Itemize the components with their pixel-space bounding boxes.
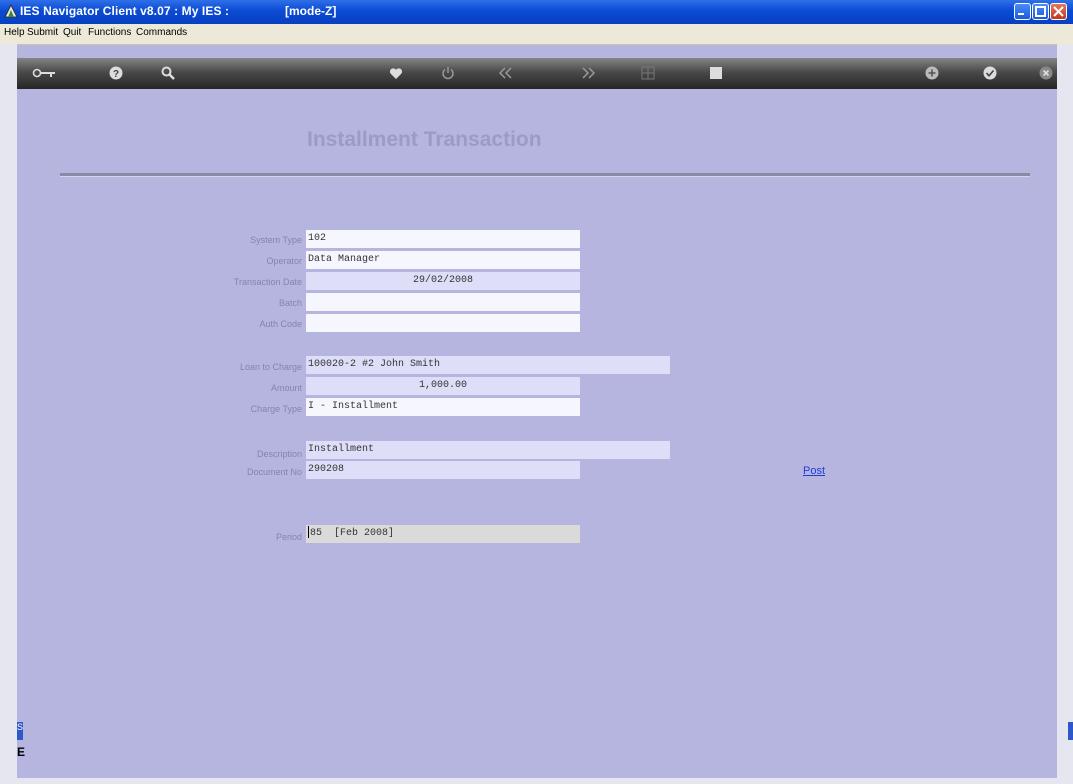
- menu-help[interactable]: Help: [4, 27, 25, 38]
- description-label: Description: [256, 449, 302, 459]
- side-label: E: [17, 745, 26, 759]
- document-no-field[interactable]: 290208: [306, 461, 580, 479]
- amount-field[interactable]: 1,000.00: [306, 377, 580, 395]
- text-cursor: [308, 526, 309, 539]
- svg-text:?: ?: [113, 69, 119, 80]
- auth-code-field[interactable]: [306, 314, 580, 332]
- title-divider: [60, 173, 1030, 177]
- search-icon[interactable]: [157, 62, 179, 84]
- close-button[interactable]: [1050, 3, 1067, 20]
- right-tab[interactable]: [1068, 722, 1073, 740]
- app-window: IES Navigator Client v8.07 : My IES : [m…: [0, 0, 1073, 784]
- bottom-frame: [0, 778, 1073, 784]
- loan-to-charge-label: Loan to Charge: [239, 362, 302, 372]
- add-icon[interactable]: [921, 62, 943, 84]
- previous-icon[interactable]: [495, 62, 517, 84]
- system-type-label: System Type: [250, 235, 302, 245]
- stop-icon[interactable]: [705, 62, 727, 84]
- period-field[interactable]: 85 [Feb 2008]: [306, 525, 580, 543]
- loan-to-charge-field[interactable]: 100020-2 #2 John Smith: [306, 356, 670, 374]
- page-title: Installment Transaction: [307, 128, 542, 151]
- grid-icon[interactable]: [637, 62, 659, 84]
- toolbar: ?: [17, 58, 1057, 89]
- period-label: Period: [275, 532, 302, 542]
- system-type-field[interactable]: 102: [306, 230, 580, 248]
- minimize-button[interactable]: [1014, 3, 1031, 20]
- transaction-date-field[interactable]: 29/02/2008: [306, 272, 580, 290]
- batch-field[interactable]: [306, 293, 580, 311]
- description-field[interactable]: Installment: [306, 441, 670, 459]
- charge-type-field[interactable]: I - Installment: [306, 398, 580, 416]
- maximize-button[interactable]: [1032, 3, 1049, 20]
- auth-code-label: Auth Code: [259, 319, 302, 329]
- transaction-date-label: Transaction Date: [233, 277, 302, 287]
- menu-bar: Help Submit Quit Functions Commands: [0, 24, 1073, 45]
- menu-commands[interactable]: Commands: [136, 27, 187, 38]
- close-icon[interactable]: [1035, 62, 1057, 84]
- mode-indicator: [mode-Z]: [285, 4, 337, 18]
- menu-quit[interactable]: Quit: [63, 27, 81, 38]
- heart-icon[interactable]: [385, 62, 407, 84]
- right-frame: [1057, 44, 1073, 784]
- menu-submit[interactable]: Submit: [27, 27, 58, 38]
- window-title: IES Navigator Client v8.07 : My IES :: [20, 4, 230, 18]
- app-icon: [4, 3, 18, 18]
- menu-functions[interactable]: Functions: [88, 27, 131, 38]
- title-bar: IES Navigator Client v8.07 : My IES : [m…: [0, 0, 1073, 24]
- operator-field[interactable]: Data Manager: [306, 251, 580, 269]
- key-icon[interactable]: [31, 62, 57, 84]
- left-frame: [0, 44, 17, 784]
- check-icon[interactable]: [979, 62, 1001, 84]
- period-value: 85 [Feb 2008]: [310, 528, 395, 539]
- batch-label: Batch: [278, 298, 302, 308]
- power-icon[interactable]: [437, 62, 459, 84]
- next-icon[interactable]: [577, 62, 599, 84]
- charge-type-label: Charge Type: [250, 404, 302, 414]
- amount-label: Amount: [270, 383, 302, 393]
- operator-label: Operator: [266, 256, 302, 266]
- side-tab[interactable]: Se: [17, 722, 23, 740]
- post-link[interactable]: Post: [803, 465, 825, 477]
- document-no-label: Document No: [246, 467, 302, 477]
- help-icon[interactable]: ?: [105, 62, 127, 84]
